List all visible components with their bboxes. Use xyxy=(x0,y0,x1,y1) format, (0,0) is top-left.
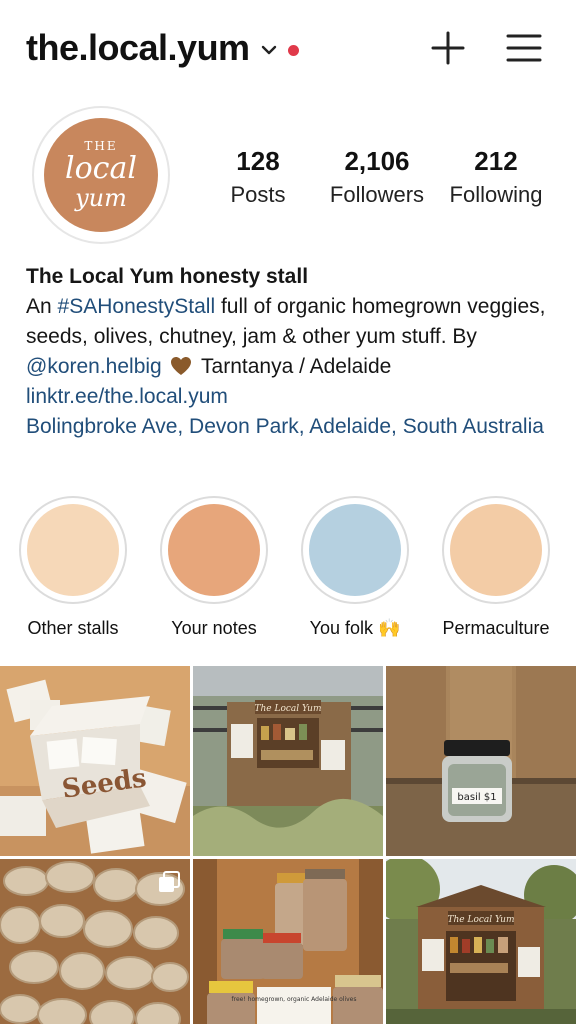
chevron-down-icon[interactable] xyxy=(260,41,278,59)
avatar-logo-text-3: yum xyxy=(75,184,127,212)
stall-garden-photo: The Local Yum xyxy=(386,859,576,1024)
website-link[interactable]: linktr.ee/the.local.yum xyxy=(26,382,556,412)
highlight-cover xyxy=(168,504,260,596)
post-thumbnail-seeds[interactable]: Seeds xyxy=(0,666,190,856)
post-thumbnail-stall-garden[interactable]: The Local Yum xyxy=(386,859,576,1024)
post-thumbnail-olive-jars[interactable]: free! homegrown, organic Adelaide olives xyxy=(193,859,383,1024)
following-count-value: 212 xyxy=(474,146,518,176)
username[interactable]: the.local.yum xyxy=(26,26,250,70)
highlight-label: Other stalls xyxy=(27,618,119,638)
posts-count[interactable]: 128 Posts xyxy=(218,144,298,211)
basil-jar-photo: basil $1 xyxy=(386,666,576,856)
posts-count-value: 128 xyxy=(236,146,280,176)
highlight-you-folk[interactable]: You folk 🙌 xyxy=(285,496,425,640)
brown-heart-icon xyxy=(170,357,191,375)
mention-link[interactable]: @koren.helbig xyxy=(26,355,162,378)
profile-header: the.local.yum xyxy=(0,0,576,96)
posts-count-label: Posts xyxy=(230,182,286,207)
followers-count[interactable]: 2,106 Followers xyxy=(322,144,432,211)
post-text-stall-garden: The Local Yum xyxy=(447,915,514,925)
post-thumbnail-stall-front[interactable]: The Local Yum xyxy=(193,666,383,856)
profile-bio: The Local Yum honesty stall An #SAHonest… xyxy=(26,262,556,442)
highlight-cover xyxy=(450,504,542,596)
highlight-permaculture[interactable]: Permaculture xyxy=(426,496,566,640)
bio-text-start: An xyxy=(26,295,58,318)
highlight-ring xyxy=(442,496,550,604)
highlight-cover xyxy=(309,504,401,596)
following-count[interactable]: 212 Following xyxy=(444,144,548,211)
highlight-other-stalls[interactable]: Other stalls xyxy=(3,496,143,640)
menu-icon[interactable] xyxy=(506,32,542,64)
followers-count-label: Followers xyxy=(329,182,425,207)
highlight-label: You folk 🙌 xyxy=(309,618,401,638)
highlight-ring xyxy=(301,496,409,604)
hashtag-link[interactable]: #SAHonestyStall xyxy=(58,295,216,318)
notification-dot xyxy=(287,44,299,56)
highlight-ring xyxy=(160,496,268,604)
post-text-basil: basil $1 xyxy=(457,792,496,803)
profile-name: The Local Yum honesty stall xyxy=(26,265,309,288)
avatar-logo-text-2: local xyxy=(65,151,137,186)
posts-grid: Seeds The Local Yum basil $1 free! homeg… xyxy=(0,666,576,1024)
address-link[interactable]: Bolingbroke Ave, Devon Park, Adelaide, S… xyxy=(26,412,556,442)
highlight-label: Permaculture xyxy=(442,618,550,638)
post-thumbnail-tubers[interactable] xyxy=(0,859,190,1024)
following-count-label: Following xyxy=(449,182,543,207)
seed-box-photo: Seeds xyxy=(0,666,190,856)
bio-text: An #SAHonestyStall full of organic homeg… xyxy=(26,292,556,382)
avatar-logo: THE local yum xyxy=(44,118,158,232)
carousel-icon xyxy=(159,871,180,892)
account-switcher[interactable]: the.local.yum xyxy=(26,26,299,70)
new-post-button[interactable] xyxy=(430,30,466,66)
olive-jars-photo: free! homegrown, organic Adelaide olives xyxy=(193,859,383,1024)
bio-location: Tarntanya / Adelaide xyxy=(195,355,392,378)
post-text-stall-front: The Local Yum xyxy=(254,704,321,714)
profile-avatar[interactable]: THE local yum xyxy=(32,106,170,244)
post-text-olives: free! homegrown, organic Adelaide olives xyxy=(232,996,357,1003)
highlight-your-notes[interactable]: Your notes xyxy=(144,496,284,640)
highlight-label: Your notes xyxy=(171,618,257,638)
highlight-cover xyxy=(27,504,119,596)
post-thumbnail-basil-jar[interactable]: basil $1 xyxy=(386,666,576,856)
followers-count-value: 2,106 xyxy=(344,146,410,176)
stall-front-photo: The Local Yum xyxy=(193,666,383,856)
highlight-ring xyxy=(19,496,127,604)
